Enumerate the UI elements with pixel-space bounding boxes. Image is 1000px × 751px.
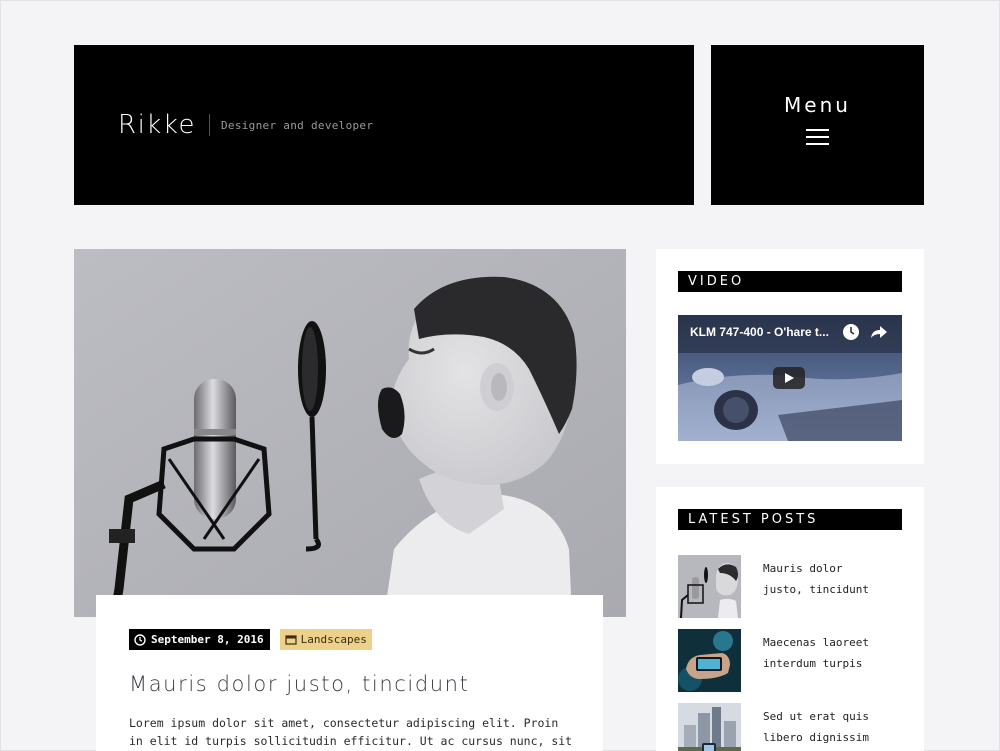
share-icon[interactable]	[870, 324, 888, 340]
latest-post-title[interactable]: Mauris dolor justo, tincidunt	[763, 558, 888, 629]
video-embed[interactable]: KLM 747-400 - O'hare t...	[678, 315, 902, 441]
site-header: Rikke Designer and developer	[74, 45, 694, 205]
latest-post-item[interactable]: Mauris dolor justo, tincidunt	[678, 555, 888, 629]
latest-post-item[interactable]: Sed ut erat quis libero dignissim	[678, 703, 888, 751]
post-date: September 8, 2016	[151, 633, 264, 646]
video-widget: VIDEO KLM 747-400 - O'hare t...	[656, 249, 924, 464]
latest-posts-widget-title: LATEST POSTS	[678, 509, 902, 530]
post-title[interactable]: Mauris dolor justo, tincidunt	[129, 672, 570, 696]
menu-button[interactable]: Menu	[711, 45, 924, 205]
menu-label: Menu	[784, 93, 851, 117]
latest-post-thumbnail	[678, 629, 741, 692]
latest-posts-widget: LATEST POSTS Mauris dolor justo, tincidu…	[656, 487, 924, 751]
latest-post-thumbnail	[678, 703, 741, 751]
video-widget-title: VIDEO	[678, 271, 902, 292]
site-tagline: Designer and developer	[220, 118, 374, 132]
post-category: Landscapes	[300, 633, 367, 646]
site-title[interactable]: Rikke	[118, 110, 196, 140]
latest-post-title[interactable]: Sed ut erat quis libero dignissim	[763, 706, 888, 751]
video-title: KLM 747-400 - O'hare t...	[690, 325, 829, 339]
latest-post-item[interactable]: Maecenas laoreet interdum turpis	[678, 629, 888, 703]
post-meta: September 8, 2016 Landscapes	[129, 629, 570, 650]
post-category-badge[interactable]: Landscapes	[279, 629, 372, 650]
post-card: September 8, 2016 Landscapes Mauris dolo…	[96, 595, 603, 751]
featured-image[interactable]	[74, 249, 626, 617]
post-date-badge[interactable]: September 8, 2016	[129, 629, 270, 650]
latest-post-title[interactable]: Maecenas laoreet interdum turpis	[763, 632, 888, 703]
clock-icon	[134, 633, 146, 646]
featured-photo-illustration	[74, 249, 626, 617]
title-separator	[208, 114, 210, 136]
watch-later-icon[interactable]	[842, 323, 860, 341]
post-excerpt: Lorem ipsum dolor sit amet, consectetur …	[129, 716, 573, 748]
latest-post-thumbnail	[678, 555, 741, 618]
latest-posts-list: Mauris dolor justo, tincidunt Maecenas l…	[678, 555, 888, 751]
folder-icon	[284, 635, 297, 645]
hamburger-menu-icon	[806, 129, 829, 145]
